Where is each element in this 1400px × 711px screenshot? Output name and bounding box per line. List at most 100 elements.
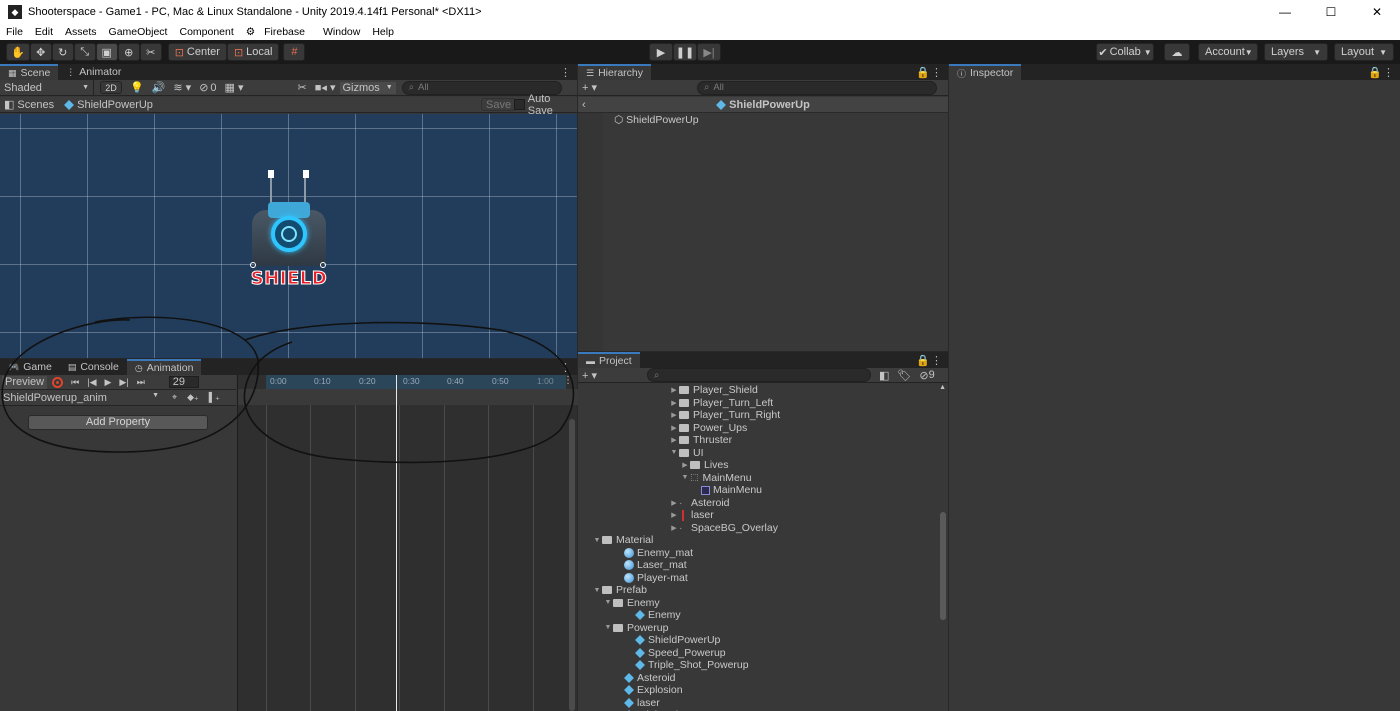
back-arrow-icon[interactable]: ‹ — [582, 99, 586, 111]
search-by-label-icon[interactable]: 🏷 — [897, 369, 911, 382]
project-item[interactable]: ▶ Thruster — [669, 434, 732, 447]
tab-project[interactable]: ▬ Project — [578, 352, 640, 368]
add-key-diamond-icon[interactable]: ◆₊ — [187, 392, 199, 403]
add-event-icon[interactable]: ▌₊ — [209, 392, 220, 403]
breadcrumb-prefab[interactable]: ShieldPowerUp — [64, 99, 153, 111]
pivot-center-button[interactable]: ⊡ Center — [167, 43, 227, 61]
maximize-button[interactable]: ☐ — [1308, 0, 1354, 24]
camera-icon[interactable]: ■◂ ▾ — [315, 81, 336, 94]
minimize-button[interactable]: — — [1262, 0, 1308, 24]
layout-dropdown[interactable]: Layout ▼ — [1334, 43, 1394, 61]
shading-dropdown[interactable]: Shaded ▼ — [0, 80, 94, 95]
tab-animation[interactable]: ◷ Animation — [126, 359, 202, 375]
close-button[interactable]: ✕ — [1354, 0, 1400, 24]
grid-toggle-icon[interactable]: ▦ ▾ — [225, 81, 244, 94]
project-item[interactable]: MainMenu — [691, 484, 762, 497]
collapse-arrow-icon[interactable]: ▼ — [669, 449, 679, 456]
collapse-arrow-icon[interactable]: ▼ — [603, 624, 613, 631]
project-item[interactable]: ▼ UI — [669, 447, 704, 460]
kebab-menu-icon[interactable]: ⋮ — [560, 66, 571, 79]
timeline-area[interactable]: 0:00 0:10 0:20 0:30 0:40 0:50 1:00 ⋮ — [237, 375, 578, 711]
hidden-packages-toggle[interactable]: ⊘ 9 — [919, 369, 934, 382]
record-button[interactable] — [52, 376, 64, 388]
rotate-tool-icon[interactable]: ↻ — [51, 43, 74, 61]
first-keyframe-icon[interactable]: ⏮ — [71, 377, 79, 388]
timeline-scrollbar[interactable] — [569, 419, 575, 711]
shield-powerup-sprite[interactable]: SHIELD — [248, 170, 330, 290]
expand-arrow-icon[interactable]: ▶ — [669, 436, 679, 444]
rect-tool-icon[interactable]: ▣ — [95, 43, 118, 61]
add-property-button[interactable]: Add Property — [28, 415, 208, 430]
tab-inspector[interactable]: ⓘ Inspector — [949, 64, 1022, 80]
pivot-local-button[interactable]: ⊡ Local — [226, 43, 280, 61]
preview-toggle[interactable]: Preview — [2, 375, 48, 389]
kebab-menu-icon[interactable]: ⋮ — [1383, 66, 1394, 79]
tab-animator[interactable]: ⋮ Animator — [58, 64, 129, 80]
tab-hierarchy[interactable]: ☰ Hierarchy — [578, 64, 652, 80]
last-keyframe-icon[interactable]: ⏭ — [137, 377, 145, 388]
grid-snap-icon[interactable]: # — [283, 43, 306, 61]
expand-arrow-icon[interactable]: ▶ — [669, 411, 679, 419]
next-keyframe-icon[interactable]: ▶| — [119, 377, 128, 388]
hierarchy-item-shieldpowerup[interactable]: ⬡ ShieldPowerUp — [614, 114, 699, 127]
menu-gameobject[interactable]: GameObject — [103, 26, 174, 38]
menu-component[interactable]: Component — [173, 26, 239, 38]
project-item[interactable]: Enemy — [625, 609, 681, 622]
prev-keyframe-icon[interactable]: |◀ — [87, 377, 96, 388]
custom-tool-icon[interactable]: ✂ — [139, 43, 162, 61]
tab-game[interactable]: 🎮 Game — [0, 359, 60, 375]
project-item[interactable]: ▶ laser — [669, 509, 713, 522]
project-item[interactable]: ▶ Player_Turn_Right — [669, 409, 780, 422]
add-keyframe-icon[interactable]: ⌖ — [172, 392, 177, 403]
effects-icon[interactable]: ≋ ▾ — [173, 81, 191, 94]
hand-tool-icon[interactable]: ✋ — [6, 43, 30, 61]
expand-arrow-icon[interactable]: ▶ — [669, 524, 679, 532]
collapse-arrow-icon[interactable]: ▼ — [603, 599, 613, 606]
kebab-menu-icon[interactable]: ⋮ — [931, 354, 942, 367]
kebab-menu-icon[interactable]: ⋮ — [931, 66, 942, 79]
menu-firebase[interactable]: ⚙ Firebase — [240, 26, 317, 38]
scroll-up-arrow-icon[interactable]: ▲ — [939, 384, 946, 391]
collapse-arrow-icon[interactable]: ▼ — [680, 474, 690, 481]
collapse-arrow-icon[interactable]: ▼ — [592, 537, 602, 544]
menu-help[interactable]: Help — [366, 26, 400, 38]
project-search-input[interactable]: ⌕ — [647, 368, 872, 382]
auto-save-checkbox[interactable]: Auto Save — [514, 93, 577, 117]
search-by-type-icon[interactable]: ◧ — [879, 369, 889, 382]
tab-console[interactable]: ▤ Console — [60, 359, 127, 375]
project-scrollbar[interactable] — [940, 512, 946, 620]
step-button[interactable]: ▶| — [697, 43, 721, 61]
project-item[interactable]: Player-mat — [614, 572, 688, 585]
project-item[interactable]: ShieldPowerUp — [625, 634, 720, 647]
gizmos-dropdown[interactable]: Gizmos ▼ — [339, 81, 396, 94]
menu-file[interactable]: File — [0, 26, 29, 38]
collapse-arrow-icon[interactable]: ▼ — [592, 587, 602, 594]
lighting-icon[interactable]: 💡 — [130, 81, 144, 94]
project-item[interactable]: ▼ Powerup — [603, 622, 669, 635]
project-item[interactable]: ▶ Player_Shield — [669, 384, 758, 397]
tools-icon[interactable]: ✂ — [298, 81, 307, 94]
project-item[interactable]: Enemy_mat — [614, 547, 693, 560]
play-button[interactable]: ▶ — [649, 43, 673, 61]
scale-tool-icon[interactable]: ⤡ — [73, 43, 96, 61]
account-dropdown[interactable]: Account ▼ — [1198, 43, 1258, 61]
project-item[interactable]: Speed_Powerup — [625, 647, 726, 660]
move-tool-icon[interactable]: ✥ — [29, 43, 52, 61]
layers-dropdown[interactable]: Layers ▼ — [1264, 43, 1328, 61]
kebab-menu-icon[interactable]: ⋮ — [560, 361, 571, 374]
project-item[interactable]: Asteroid — [614, 672, 676, 685]
project-item[interactable]: ▼ Enemy — [603, 597, 660, 610]
transform-tool-icon[interactable]: ⊕ — [117, 43, 140, 61]
tab-scene[interactable]: ▦ Scene — [0, 64, 59, 80]
project-item[interactable]: Explosion — [614, 684, 683, 697]
project-item[interactable]: laser — [614, 697, 660, 710]
project-item[interactable]: ▶ · Asteroid — [669, 497, 729, 510]
play-animation-icon[interactable]: ▶ — [105, 377, 112, 388]
collab-button[interactable]: ✔ Collab ▼ — [1096, 43, 1154, 61]
project-item[interactable]: ▶ Power_Ups — [669, 422, 747, 435]
project-item[interactable]: Triple_Shot_Powerup — [625, 659, 749, 672]
frame-field[interactable]: 29 — [168, 376, 199, 388]
prefab-save-button[interactable]: Save — [481, 98, 517, 111]
audio-icon[interactable]: 🔊 — [152, 81, 166, 94]
lock-icon[interactable]: 🔒 — [1368, 66, 1382, 79]
